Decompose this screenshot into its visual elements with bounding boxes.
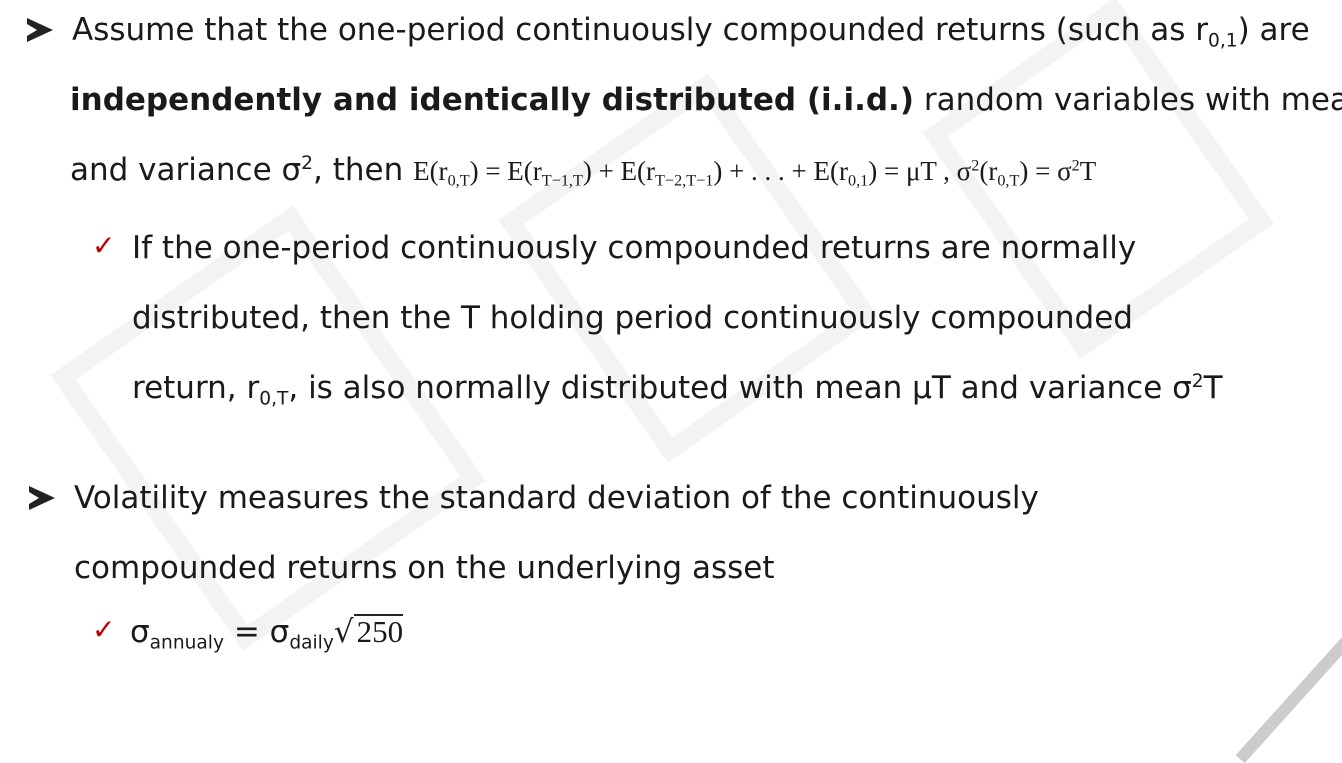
checkmark-icon: ✓: [92, 229, 116, 262]
text: T: [1203, 370, 1223, 406]
formula-part: (r: [979, 156, 998, 186]
text: ) are: [1237, 12, 1310, 48]
subscript: daily: [289, 632, 334, 654]
subscript: annualy: [149, 632, 224, 654]
bullet2-line2: compounded returns on the underlying ass…: [74, 550, 775, 586]
bold-text: independently and identically distribute…: [70, 82, 914, 118]
text: random variables with mean μ: [923, 82, 1342, 118]
radicand: 250: [353, 614, 404, 648]
check1-line1: If the one-period continuously compounde…: [132, 230, 1137, 266]
formula-sub: 0,1: [848, 171, 869, 190]
formula-sub: 0,T: [997, 171, 1020, 190]
formula-sub: T−1,T: [541, 171, 583, 190]
subscript: 0,1: [1208, 30, 1238, 52]
formula-part: ) = μT , σ: [868, 156, 972, 186]
subscript: 0,T: [259, 388, 289, 410]
formula-part: ) + E(r: [582, 156, 656, 186]
formula-sub: 0,T: [447, 171, 470, 190]
slide: Assume that the one-period continuously …: [0, 0, 1342, 763]
bullet-arrow-icon: [27, 18, 53, 42]
check2-formula: σannualy = σdaily√250: [130, 612, 404, 654]
sigma: σ: [130, 614, 150, 650]
text: = σ: [223, 614, 290, 650]
bullet1-line2: independently and identically distribute…: [70, 80, 1342, 120]
superscript: 2: [301, 152, 313, 174]
formula-part: T: [1079, 156, 1097, 186]
bullet1-line3: and variance σ2, then E(r0,T) = E(rT−1,T…: [70, 150, 1096, 191]
superscript: 2: [1191, 370, 1204, 392]
text: return, r: [132, 370, 260, 406]
corner-decoration: [1235, 628, 1342, 763]
bullet-arrow-icon: [29, 486, 55, 510]
formula-part: ) + . . . + E(r: [713, 156, 848, 186]
check1-line2: distributed, then the T holding period c…: [132, 300, 1133, 336]
check1-line3: return, r0,T, is also normally distribut…: [132, 368, 1223, 408]
bullet1-line1: Assume that the one-period continuously …: [72, 10, 1310, 50]
text: , is also normally distributed with mean…: [288, 370, 1192, 406]
formula-part: ) = E(r: [469, 156, 542, 186]
formula-part: E(r: [413, 156, 448, 186]
formula-part: ) = σ: [1019, 156, 1072, 186]
formula-sub: T−2,T−1: [655, 171, 714, 190]
checkmark-icon: ✓: [92, 613, 116, 646]
text: and variance σ: [70, 152, 302, 188]
radical-sign: √: [333, 614, 354, 650]
text: Assume that the one-period continuously …: [72, 12, 1208, 48]
formula-sup: 2: [1071, 156, 1080, 175]
bullet2-line1: Volatility measures the standard deviati…: [74, 480, 1039, 516]
formula: E(r0,T) = E(rT−1,T) + E(rT−2,T−1) + . . …: [413, 156, 1097, 189]
text: , then: [312, 152, 414, 188]
